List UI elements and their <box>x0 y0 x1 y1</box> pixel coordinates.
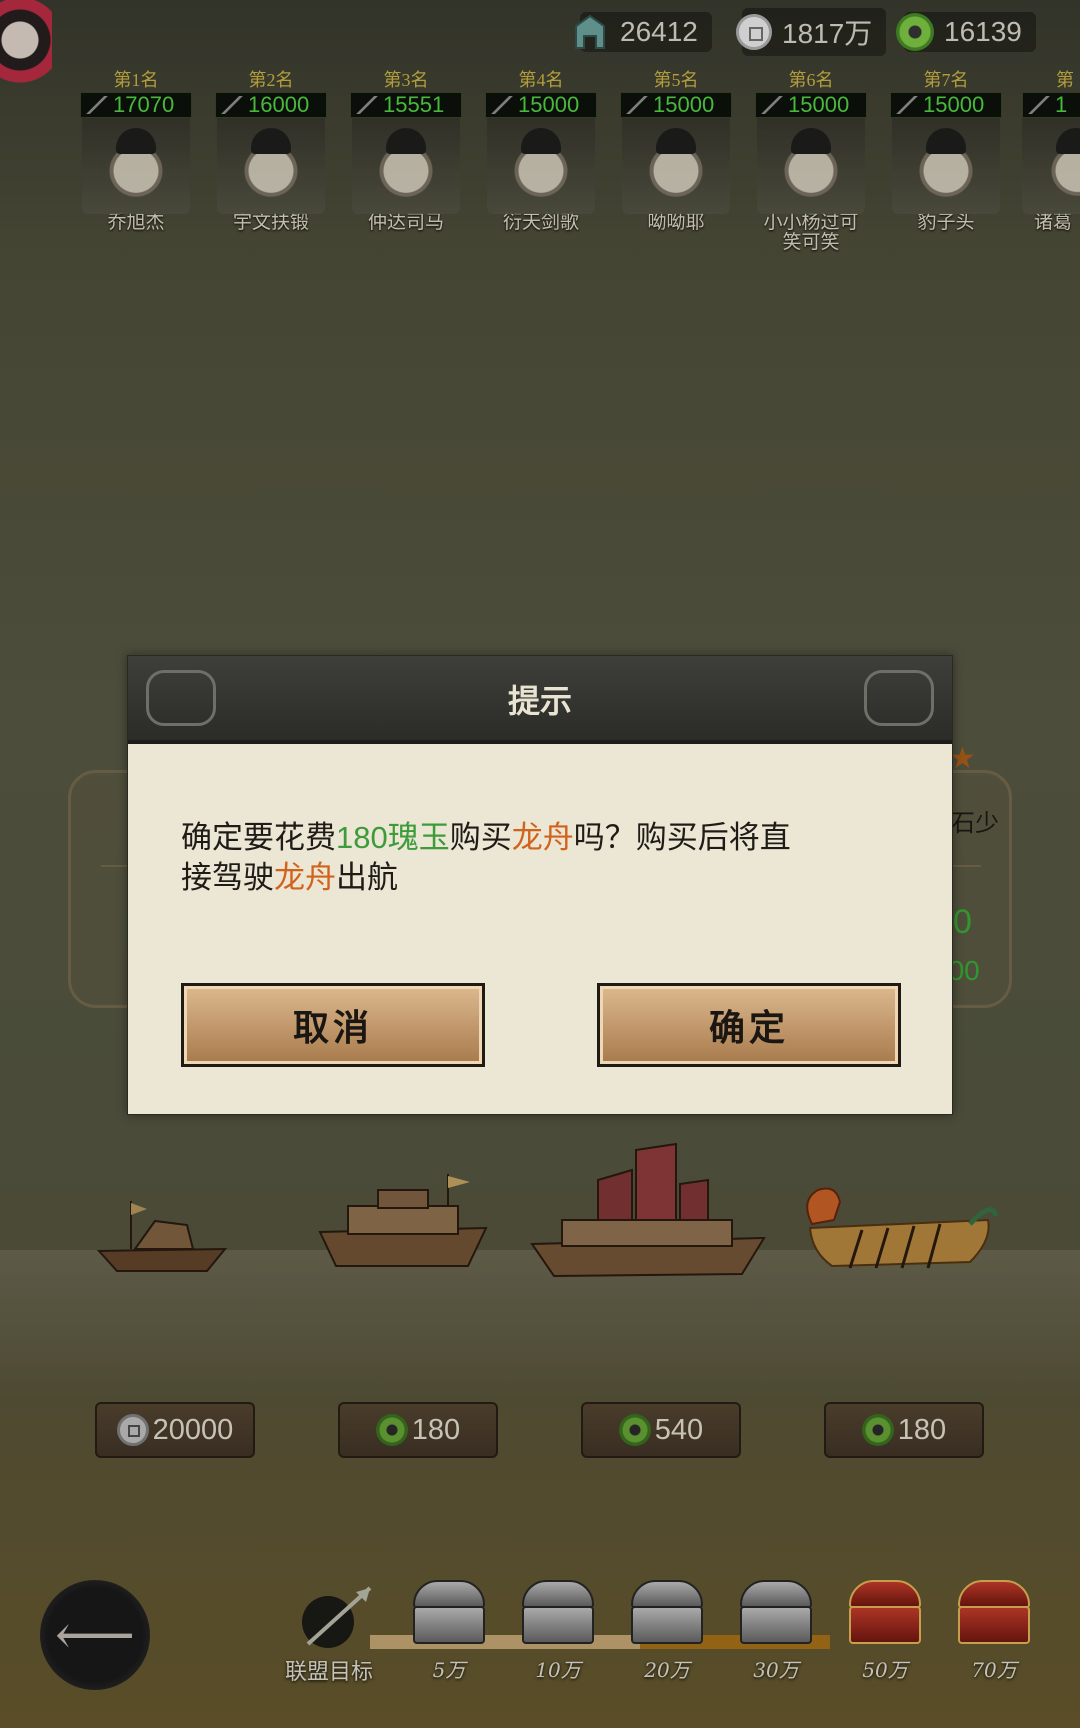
rank-place: 第1名 <box>113 70 159 90</box>
rank-card-6[interactable]: 第6名 15000 小小杨过可 笑可笑 <box>753 70 869 254</box>
star-icon: ★ <box>949 741 976 776</box>
sword-icon <box>490 96 514 114</box>
sword-icon <box>760 96 784 114</box>
rank-place: 第5名 <box>653 70 699 90</box>
milestone-label: 70万 <box>971 1658 1017 1682</box>
rank-score: 15000 <box>485 92 597 118</box>
rank-score: 15551 <box>350 92 462 118</box>
copper-coin-icon <box>116 1414 149 1446</box>
card-number-fragment: 0 <box>953 903 972 941</box>
rank-place: 第3名 <box>383 70 429 90</box>
sword-icon <box>220 96 244 114</box>
rank-portrait <box>622 118 730 214</box>
arrow-goal-icon <box>302 1586 372 1648</box>
treasure-ship[interactable] <box>528 1140 768 1290</box>
cancel-button[interactable]: 取消 <box>181 983 485 1067</box>
alliance-goal-label: 联盟目标 <box>285 1660 374 1685</box>
price-button-war-junk[interactable]: 180 <box>338 1402 498 1458</box>
rank-score: 15000 <box>620 92 732 118</box>
jade-icon <box>861 1414 894 1446</box>
rank-place: 第2名 <box>248 70 294 90</box>
rank-card-1[interactable]: 第1名 17070 乔旭杰 <box>78 70 194 234</box>
sword-icon <box>1027 96 1051 114</box>
chest-30w[interactable] <box>740 1580 812 1644</box>
price-button-small-boat[interactable]: 20000 <box>95 1402 255 1458</box>
chest-10w[interactable] <box>522 1580 594 1644</box>
confirm-dialog: 提示 确定要花费180瑰玉购买龙舟吗？购买后将直 接驾驶龙舟出航 取消 确定 <box>127 655 953 1115</box>
chest-5w[interactable] <box>413 1580 485 1644</box>
rank-score: 15000 <box>755 92 867 118</box>
jade-icon <box>618 1414 651 1446</box>
dialog-header: 提示 <box>128 656 952 744</box>
milestone-label: 30万 <box>753 1658 799 1682</box>
rank-portrait <box>892 118 1000 214</box>
small-boat-ship[interactable] <box>95 1195 230 1285</box>
rank-portrait <box>217 118 325 214</box>
rank-card-7[interactable]: 第7名 15000 豹子头 <box>888 70 1004 234</box>
rank-portrait <box>352 118 460 214</box>
rank-portrait <box>487 118 595 214</box>
rank-card-2[interactable]: 第2名 16000 宇文扶锻 <box>213 70 329 234</box>
item-name: 龙舟 <box>274 860 336 896</box>
rank-portrait <box>82 118 190 214</box>
spade-coin-icon <box>575 14 605 49</box>
rank-score: 17070 <box>80 92 192 118</box>
rank-card-3[interactable]: 第3名 15551 仲达司马 <box>348 70 464 234</box>
rank-place: 第7名 <box>923 70 969 90</box>
chest-70w[interactable] <box>958 1580 1030 1644</box>
rank-place: 第 <box>1056 70 1074 90</box>
rank-score: 15000 <box>890 92 1002 118</box>
player-avatar[interactable] <box>0 0 52 96</box>
sword-icon <box>85 96 109 114</box>
milestone-label: 20万 <box>644 1658 690 1682</box>
goal-progress-fill <box>370 1635 640 1649</box>
war-junk-ship[interactable] <box>318 1170 488 1280</box>
sword-icon <box>625 96 649 114</box>
rank-card-4[interactable]: 第4名 15000 衍天剑歌 <box>483 70 599 234</box>
chest-50w[interactable] <box>849 1580 921 1644</box>
spade-currency: 26412 <box>570 10 712 54</box>
milestone-label: 10万 <box>535 1658 581 1682</box>
rank-portrait <box>1022 118 1080 214</box>
rank-portrait <box>757 118 865 214</box>
milestone-label: 50万 <box>862 1658 908 1682</box>
confirm-button[interactable]: 确定 <box>597 983 901 1067</box>
rank-place: 第4名 <box>518 70 564 90</box>
milestone-label: 5万 <box>432 1658 466 1682</box>
item-name: 龙舟 <box>511 820 574 856</box>
jade-icon <box>896 13 934 51</box>
card-text-fragment: 石少 <box>951 809 999 837</box>
rank-card-5[interactable]: 第5名 15000 呦呦耶 <box>618 70 734 234</box>
dragon-boat-ship[interactable] <box>792 1180 1002 1280</box>
price-button-dragon-boat[interactable]: 180 <box>824 1402 984 1458</box>
price-button-treasure-ship[interactable]: 540 <box>581 1402 741 1458</box>
copper-currency: 1817万 <box>736 8 887 56</box>
jade-currency: 16139 <box>896 10 1036 54</box>
copper-coin-icon <box>736 14 772 50</box>
back-arrow-icon: ⟵ <box>54 1602 136 1668</box>
rank-card-8[interactable]: 第 1 诸葛 <box>1022 70 1080 234</box>
rank-score: 1 <box>1022 92 1080 118</box>
sword-icon <box>355 96 379 114</box>
chest-20w[interactable] <box>631 1580 703 1644</box>
cost-amount: 180瑰玉 <box>336 820 450 855</box>
jade-icon <box>375 1414 408 1446</box>
sword-icon <box>895 96 919 114</box>
dialog-title: 提示 <box>507 682 572 720</box>
rank-place: 第6名 <box>788 70 834 90</box>
rank-score: 16000 <box>215 92 327 118</box>
dialog-message: 确定要花费180瑰玉购买龙舟吗？购买后将直 接驾驶龙舟出航 <box>181 820 791 896</box>
back-button[interactable]: ⟵ <box>40 1580 150 1690</box>
